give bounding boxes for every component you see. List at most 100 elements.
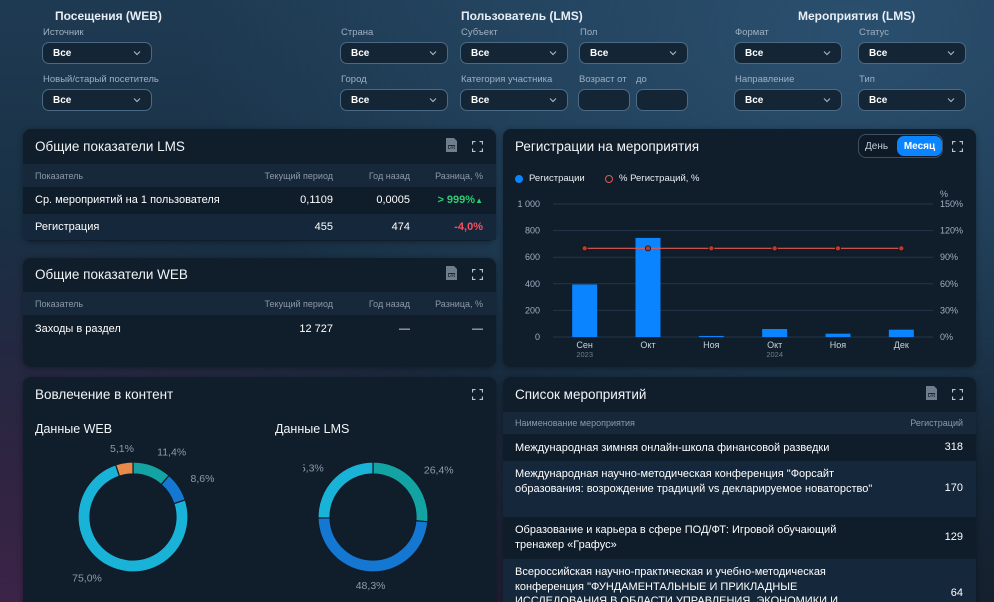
engagement-panel-title: Вовлечение в контент xyxy=(35,387,174,402)
expand-icon[interactable] xyxy=(472,141,483,152)
subject-select[interactable]: Все xyxy=(460,42,568,64)
list-item[interactable]: Всероссийская научно-практическая и учеб… xyxy=(503,559,976,602)
row-name: Ср. мероприятий на 1 пользователя xyxy=(35,194,220,206)
excel-export-icon[interactable]: XLS xyxy=(445,137,458,153)
lms-indicators-panel: Общие показатели LMS XLS Показатель Теку… xyxy=(23,129,496,241)
lms-col-prev: Год назад xyxy=(368,171,410,181)
row-current: 0,1109 xyxy=(300,194,333,206)
table-row: Заходы в раздел 12 727 — — xyxy=(23,316,496,342)
chevron-down-icon xyxy=(947,51,955,56)
x-year-label: 2023 xyxy=(576,350,593,359)
line-point xyxy=(898,245,905,252)
svg-text:XLS: XLS xyxy=(448,145,454,149)
list-item[interactable]: Международная научно-методическая конфер… xyxy=(503,461,976,517)
type-select[interactable]: Все xyxy=(858,89,966,111)
row-diff: — xyxy=(472,323,483,335)
format-value: Все xyxy=(745,47,764,59)
category-select[interactable]: Все xyxy=(460,89,568,111)
donut-slice xyxy=(160,474,187,505)
direction-value: Все xyxy=(745,94,764,106)
slice-label: 75,0% xyxy=(72,573,102,585)
bar xyxy=(825,333,851,337)
events-list-panel: Список мероприятий XLS Наименование меро… xyxy=(503,377,976,602)
line-point xyxy=(581,245,588,252)
events-panel-title: Список мероприятий xyxy=(515,387,647,402)
bar xyxy=(635,237,661,337)
events-filters-title: Мероприятия (LMS) xyxy=(798,9,916,23)
source-select[interactable]: Все xyxy=(42,42,152,64)
events-col-reg: Регистраций xyxy=(910,418,963,428)
visitor-label: Новый/старый посетитель xyxy=(43,74,159,85)
event-reg: 64 xyxy=(950,587,963,599)
line-point xyxy=(771,245,778,252)
lms-col-indicator: Показатель xyxy=(35,171,84,181)
visitor-select[interactable]: Все xyxy=(42,89,152,111)
format-label: Формат xyxy=(735,27,769,38)
donut-slice xyxy=(317,461,374,519)
status-select[interactable]: Все xyxy=(858,42,966,64)
slice-label: 25,3% xyxy=(303,463,324,475)
line-point xyxy=(708,245,715,252)
excel-export-icon[interactable]: XLS xyxy=(925,385,938,401)
event-name: Международная научно-методическая конфер… xyxy=(515,468,873,495)
visitor-value: Все xyxy=(53,94,72,106)
age-from-input[interactable] xyxy=(578,89,630,111)
web-panel-title: Общие показатели WEB xyxy=(35,267,188,282)
x-tick-label: Окт xyxy=(767,340,782,350)
engagement-panel: Вовлечение в контент Данные WEB Данные L… xyxy=(23,377,496,602)
chevron-down-icon xyxy=(429,98,437,103)
country-select[interactable]: Все xyxy=(340,42,448,64)
excel-export-icon[interactable]: XLS xyxy=(445,265,458,281)
legend-bar-label: Регистрации xyxy=(529,173,585,184)
slice-label: 11,4% xyxy=(157,446,186,458)
row-diff: -4,0% xyxy=(454,221,483,233)
expand-icon[interactable] xyxy=(472,269,483,280)
y-tick-label: 800 xyxy=(525,226,540,236)
list-item[interactable]: Образование и карьера в сфере ПОД/ФТ: Иг… xyxy=(503,517,976,559)
row-prev: — xyxy=(399,323,410,335)
web-col-diff: Разница, % xyxy=(435,299,483,309)
y2-tick-label: 150% xyxy=(940,199,963,209)
registrations-panel-title: Регистрации на мероприятия xyxy=(515,139,700,154)
chevron-down-icon xyxy=(823,51,831,56)
direction-select[interactable]: Все xyxy=(734,89,842,111)
legend-line-swatch xyxy=(605,174,613,183)
expand-icon[interactable] xyxy=(952,389,963,400)
subject-value: Все xyxy=(471,47,490,59)
y-tick-label: 200 xyxy=(525,305,540,315)
list-item[interactable]: Международная зимняя онлайн-школа финанс… xyxy=(503,434,976,461)
diff-value: > 999% xyxy=(437,194,476,206)
gender-select[interactable]: Все xyxy=(579,42,688,64)
expand-icon[interactable] xyxy=(952,141,963,152)
expand-icon[interactable] xyxy=(472,389,483,400)
source-value: Все xyxy=(53,47,72,59)
web-col-current: Текущий период xyxy=(264,299,333,309)
svg-text:XLS: XLS xyxy=(448,273,454,277)
chevron-down-icon xyxy=(549,51,557,56)
chevron-down-icon xyxy=(133,51,141,56)
toggle-day[interactable]: День xyxy=(865,141,888,152)
y-tick-label: 400 xyxy=(525,279,540,289)
toggle-month[interactable]: Месяц xyxy=(897,136,942,156)
country-label: Страна xyxy=(341,27,374,38)
source-label: Источник xyxy=(43,27,84,38)
event-name: Международная зимняя онлайн-школа финанс… xyxy=(515,442,830,454)
table-row: Ср. мероприятий на 1 пользователя 0,1109… xyxy=(23,187,496,213)
city-select[interactable]: Все xyxy=(340,89,448,111)
type-value: Все xyxy=(869,94,888,106)
donut-slice xyxy=(372,461,429,523)
table-row: Регистрация 455 474 -4,0% xyxy=(23,214,496,240)
x-tick-label: Ноя xyxy=(830,340,847,350)
age-from-label: Возраст от xyxy=(579,74,627,85)
y-tick-label: 0 xyxy=(535,332,540,342)
category-value: Все xyxy=(471,94,490,106)
web-donut-title: Данные WEB xyxy=(35,422,113,436)
bar xyxy=(762,329,788,337)
web-donut-chart: 11,4% 8,6% 75,0% 5,1% xyxy=(72,443,214,585)
y2-tick-label: 0% xyxy=(940,332,953,342)
country-value: Все xyxy=(351,47,370,59)
age-to-input[interactable] xyxy=(636,89,688,111)
format-select[interactable]: Все xyxy=(734,42,842,64)
subject-label: Субъект xyxy=(461,27,498,38)
row-current: 12 727 xyxy=(299,323,333,335)
